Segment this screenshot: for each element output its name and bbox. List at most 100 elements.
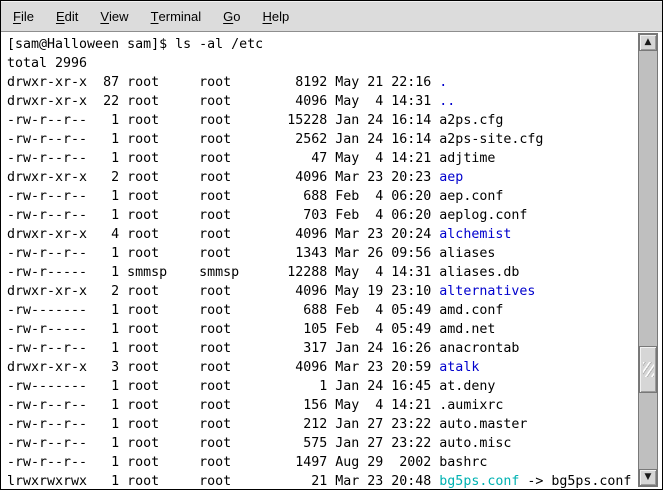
- terminal-line: -rw------- 1 root root 1 Jan 24 16:45 at…: [7, 377, 638, 396]
- terminal-line: lrwxrwxrwx 1 root root 21 Mar 23 20:48 b…: [7, 472, 638, 489]
- entry-name: aeplog.conf: [439, 208, 527, 223]
- menu-item-label: G: [223, 9, 233, 24]
- entry-meta: drwxr-xr-x 87 root root 8192 May 21 22:1…: [7, 75, 439, 90]
- terminal-line: -rw-r--r-- 1 root root 703 Feb 4 06:20 a…: [7, 206, 638, 225]
- scrollbar-thumb[interactable]: [639, 346, 657, 393]
- menu-item-label: iew: [109, 9, 129, 24]
- entry-name: adjtime: [439, 151, 495, 166]
- entry-meta: -rw-r--r-- 1 root root 575 Jan 27 23:22: [7, 436, 439, 451]
- terminal-window: FileEditViewTerminalGoHelp [sam@Hallowee…: [0, 0, 663, 490]
- scroll-down-icon: ▼: [645, 473, 652, 482]
- entry-meta: drwxr-xr-x 2 root root 4096 May 19 23:10: [7, 284, 439, 299]
- entry-meta: -rw-r--r-- 1 root root 15228 Jan 24 16:1…: [7, 113, 439, 128]
- entry-meta: -rw------- 1 root root 1 Jan 24 16:45: [7, 379, 439, 394]
- entry-meta: -rw-r--r-- 1 root root 688 Feb 4 06:20: [7, 189, 439, 204]
- menu-item-label: elp: [272, 9, 289, 24]
- terminal-line: -rw-r--r-- 1 root root 47 May 4 14:21 ad…: [7, 149, 638, 168]
- entry-meta: -rw-r----- 1 root root 105 Feb 4 05:49: [7, 322, 439, 337]
- entry-name: anacrontab: [439, 341, 519, 356]
- terminal-line: -rw-r--r-- 1 root root 1343 Mar 26 09:56…: [7, 244, 638, 263]
- menu-item-label: T: [151, 9, 159, 24]
- entry-meta: drwxr-xr-x 2 root root 4096 Mar 23 20:23: [7, 170, 439, 185]
- entry-name: .: [439, 75, 447, 90]
- entry-meta: -rw------- 1 root root 688 Feb 4 05:49: [7, 303, 439, 318]
- terminal-line: drwxr-xr-x 4 root root 4096 Mar 23 20:24…: [7, 225, 638, 244]
- entry-meta: -rw-r--r-- 1 root root 703 Feb 4 06:20: [7, 208, 439, 223]
- total-line: total 2996: [7, 54, 638, 73]
- terminal-line: -rw-r----- 1 root root 105 Feb 4 05:49 a…: [7, 320, 638, 339]
- terminal-screen[interactable]: [sam@Halloween sam]$ ls -al /etc total 29…: [2, 33, 638, 489]
- entry-name: amd.net: [439, 322, 495, 337]
- entry-meta: -rw-r--r-- 1 root root 2562 Jan 24 16:14: [7, 132, 439, 147]
- entry-name: aliases.db: [439, 265, 519, 280]
- terminal-line: -rw-r--r-- 1 root root 156 May 4 14:21 .…: [7, 396, 638, 415]
- prompt-line: [sam@Halloween sam]$ ls -al /etc: [7, 35, 638, 54]
- terminal-line: -rw-r--r-- 1 root root 575 Jan 27 23:22 …: [7, 434, 638, 453]
- entry-name: bg5ps.conf: [439, 474, 519, 489]
- entry-meta: -rw-r--r-- 1 root root 212 Jan 27 23:22: [7, 417, 439, 432]
- entry-name: at.deny: [439, 379, 495, 394]
- scroll-up-icon: ▲: [645, 38, 652, 47]
- terminal-line: drwxr-xr-x 2 root root 4096 Mar 23 20:23…: [7, 168, 638, 187]
- menu-item-label: E: [56, 9, 65, 24]
- terminal-line: -rw-r--r-- 1 root root 317 Jan 24 16:26 …: [7, 339, 638, 358]
- scrollbar[interactable]: ▲ ▼: [638, 33, 658, 487]
- menubar: FileEditViewTerminalGoHelp: [1, 1, 662, 32]
- scroll-down-button[interactable]: ▼: [639, 469, 657, 486]
- menu-item-label: V: [100, 9, 109, 24]
- entry-meta: drwxr-xr-x 22 root root 4096 May 4 14:31: [7, 94, 439, 109]
- terminal-line: -rw-r--r-- 1 root root 1497 Aug 29 2002 …: [7, 453, 638, 472]
- entry-name: aep: [439, 170, 463, 185]
- terminal-line: drwxr-xr-x 2 root root 4096 May 19 23:10…: [7, 282, 638, 301]
- entry-name: auto.master: [439, 417, 527, 432]
- entry-name: aep.conf: [439, 189, 503, 204]
- menu-item-file[interactable]: File: [2, 1, 45, 31]
- entry-meta: -rw-r--r-- 1 root root 317 Jan 24 16:26: [7, 341, 439, 356]
- terminal-line: -rw-r--r-- 1 root root 2562 Jan 24 16:14…: [7, 130, 638, 149]
- terminal-line: drwxr-xr-x 3 root root 4096 Mar 23 20:59…: [7, 358, 638, 377]
- total-text: total 2996: [7, 56, 87, 71]
- entry-meta: -rw-r--r-- 1 root root 47 May 4 14:21: [7, 151, 439, 166]
- entry-name: aliases: [439, 246, 495, 261]
- terminal-line: -rw-r--r-- 1 root root 15228 Jan 24 16:1…: [7, 111, 638, 130]
- scrollbar-grip-icon: [643, 362, 654, 377]
- entry-meta: -rw-r--r-- 1 root root 1343 Mar 26 09:56: [7, 246, 439, 261]
- terminal-line: -rw------- 1 root root 688 Feb 4 05:49 a…: [7, 301, 638, 320]
- menu-item-label: F: [13, 9, 21, 24]
- entry-name: ..: [439, 94, 455, 109]
- link-target: -> bg5ps.conf: [519, 474, 631, 489]
- menu-item-label: erminal: [159, 9, 202, 24]
- menu-item-label: o: [233, 9, 240, 24]
- entry-meta: -rw-r--r-- 1 root root 156 May 4 14:21: [7, 398, 439, 413]
- shell-prompt: [sam@Halloween sam]$: [7, 37, 167, 52]
- entry-name: alternatives: [439, 284, 535, 299]
- menu-item-label: H: [263, 9, 272, 24]
- terminal-line: -rw-r--r-- 1 root root 688 Feb 4 06:20 a…: [7, 187, 638, 206]
- entry-name: amd.conf: [439, 303, 503, 318]
- entry-name: a2ps.cfg: [439, 113, 503, 128]
- menu-item-label: ile: [21, 9, 34, 24]
- entry-name: atalk: [439, 360, 479, 375]
- scroll-up-button[interactable]: ▲: [639, 34, 657, 51]
- menu-item-label: dit: [65, 9, 79, 24]
- entry-name: auto.misc: [439, 436, 511, 451]
- entry-meta: lrwxrwxrwx 1 root root 21 Mar 23 20:48: [7, 474, 439, 489]
- menu-item-help[interactable]: Help: [252, 1, 301, 31]
- entry-name: a2ps-site.cfg: [439, 132, 543, 147]
- entry-meta: -rw-r--r-- 1 root root 1497 Aug 29 2002: [7, 455, 439, 470]
- entry-name: .aumixrc: [439, 398, 503, 413]
- entry-meta: drwxr-xr-x 3 root root 4096 Mar 23 20:59: [7, 360, 439, 375]
- entry-meta: -rw-r----- 1 smmsp smmsp 12288 May 4 14:…: [7, 265, 439, 280]
- menu-item-edit[interactable]: Edit: [45, 1, 89, 31]
- terminal-line: drwxr-xr-x 87 root root 8192 May 21 22:1…: [7, 73, 638, 92]
- entry-meta: drwxr-xr-x 4 root root 4096 Mar 23 20:24: [7, 227, 439, 242]
- terminal-line: -rw-r----- 1 smmsp smmsp 12288 May 4 14:…: [7, 263, 638, 282]
- menu-item-terminal[interactable]: Terminal: [140, 1, 213, 31]
- menu-item-go[interactable]: Go: [212, 1, 251, 31]
- terminal-line: drwxr-xr-x 22 root root 4096 May 4 14:31…: [7, 92, 638, 111]
- terminal-line: -rw-r--r-- 1 root root 212 Jan 27 23:22 …: [7, 415, 638, 434]
- menu-item-view[interactable]: View: [89, 1, 139, 31]
- entry-name: alchemist: [439, 227, 511, 242]
- shell-command: ls -al /etc: [167, 37, 263, 52]
- entry-name: bashrc: [439, 455, 487, 470]
